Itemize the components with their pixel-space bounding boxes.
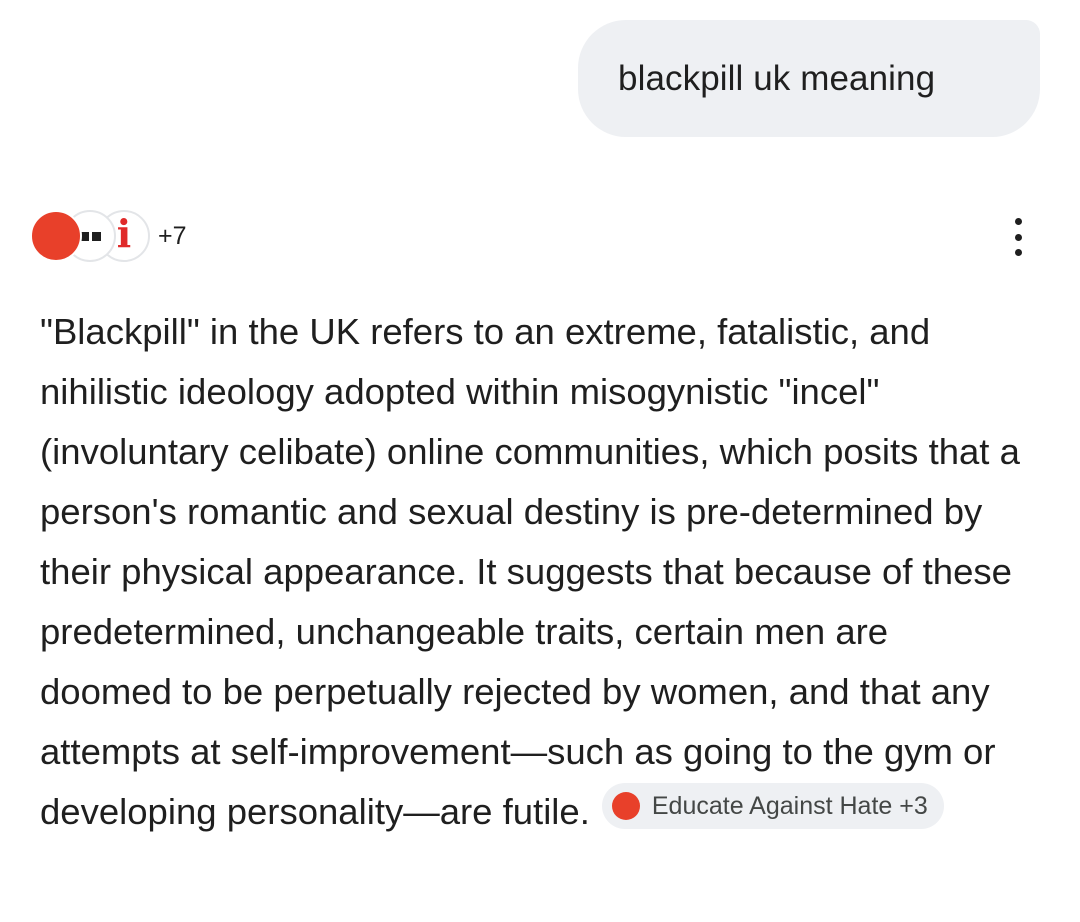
user-query-text: blackpill uk meaning bbox=[618, 58, 936, 98]
citation-chip-label: Educate Against Hate +3 bbox=[651, 792, 928, 820]
sources-more-count: +7 bbox=[158, 221, 187, 250]
answer-paragraph: "Blackpill" in the UK refers to an extre… bbox=[40, 302, 1030, 842]
ai-answer-view: blackpill uk meaning i +7 "Blackpill" in… bbox=[0, 0, 1080, 922]
red-circle-icon bbox=[611, 792, 640, 820]
red-circle-icon bbox=[30, 210, 82, 262]
citation-chip[interactable]: Educate Against Hate +3 bbox=[601, 783, 944, 829]
sources-row[interactable]: i +7 bbox=[30, 208, 187, 264]
user-query-bubble: blackpill uk meaning bbox=[578, 20, 1040, 137]
more-vert-icon[interactable] bbox=[1004, 218, 1032, 256]
answer-text: "Blackpill" in the UK refers to an extre… bbox=[40, 311, 1020, 832]
